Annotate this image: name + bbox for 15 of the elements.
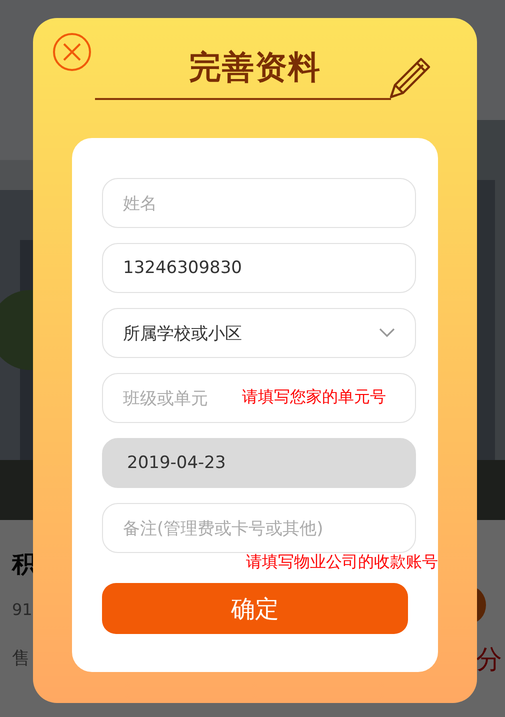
price-unit: 分 [476, 644, 502, 677]
hint-text: 请填写物业公司的收款账号 [245, 554, 438, 570]
date-field[interactable]: 2019-04-23 [102, 438, 416, 488]
dialog-title: 完善资料 [188, 47, 322, 88]
chevron-down-icon [379, 328, 395, 338]
product-info: 91 [12, 600, 32, 619]
product-info: 售 [12, 647, 30, 670]
hint-text: 请填写您家的单元号 [242, 387, 386, 408]
select-field[interactable]: 所属学校或小区 [102, 308, 416, 358]
input-field[interactable]: 备注(管理费或卡号或其他) [102, 503, 416, 553]
confirm-button[interactable]: 确定 [102, 583, 408, 634]
input-field[interactable]: 13246309830 [102, 243, 416, 293]
input-field[interactable]: 姓名 [102, 178, 416, 228]
pencil-icon [387, 55, 433, 101]
close-icon[interactable] [52, 32, 92, 72]
